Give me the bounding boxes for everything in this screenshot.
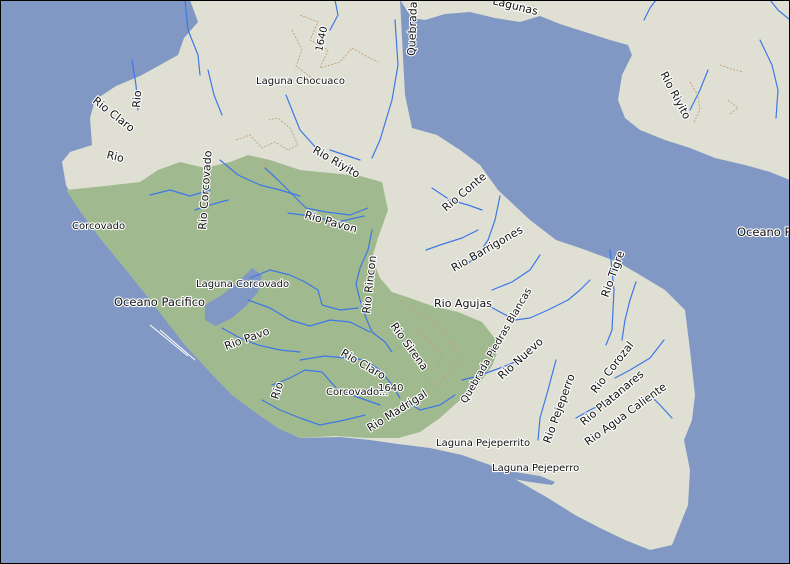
label-laguna-chocuaco: Laguna Chocuaco [256,76,345,87]
label-laguna-pejeperro: Laguna Pejeperro [492,463,579,474]
map-canvas[interactable]: Lagunas Quebrada M 1640 Laguna Chocuaco … [0,0,790,564]
label-quebrada: Quebrada M [405,0,420,56]
label-laguna-pejeperrito: Laguna Pejeperrito [436,438,530,449]
label-rio-agujas: Rio Agujas [434,297,492,310]
label-corcovado-south: Corcovado... [326,387,388,398]
label-rio-nw2: Rio [130,90,144,109]
label-laguna-corcovado: Laguna Corcovado [196,279,289,290]
label-oceano-pacifico-west: Oceano Pacifico [114,295,205,309]
map-view[interactable]: Lagunas Quebrada M 1640 Laguna Chocuaco … [0,0,790,564]
label-oceano-pacifico-east: Oceano Paci [737,225,790,239]
label-corcovado-park: Corcovado [72,221,125,232]
